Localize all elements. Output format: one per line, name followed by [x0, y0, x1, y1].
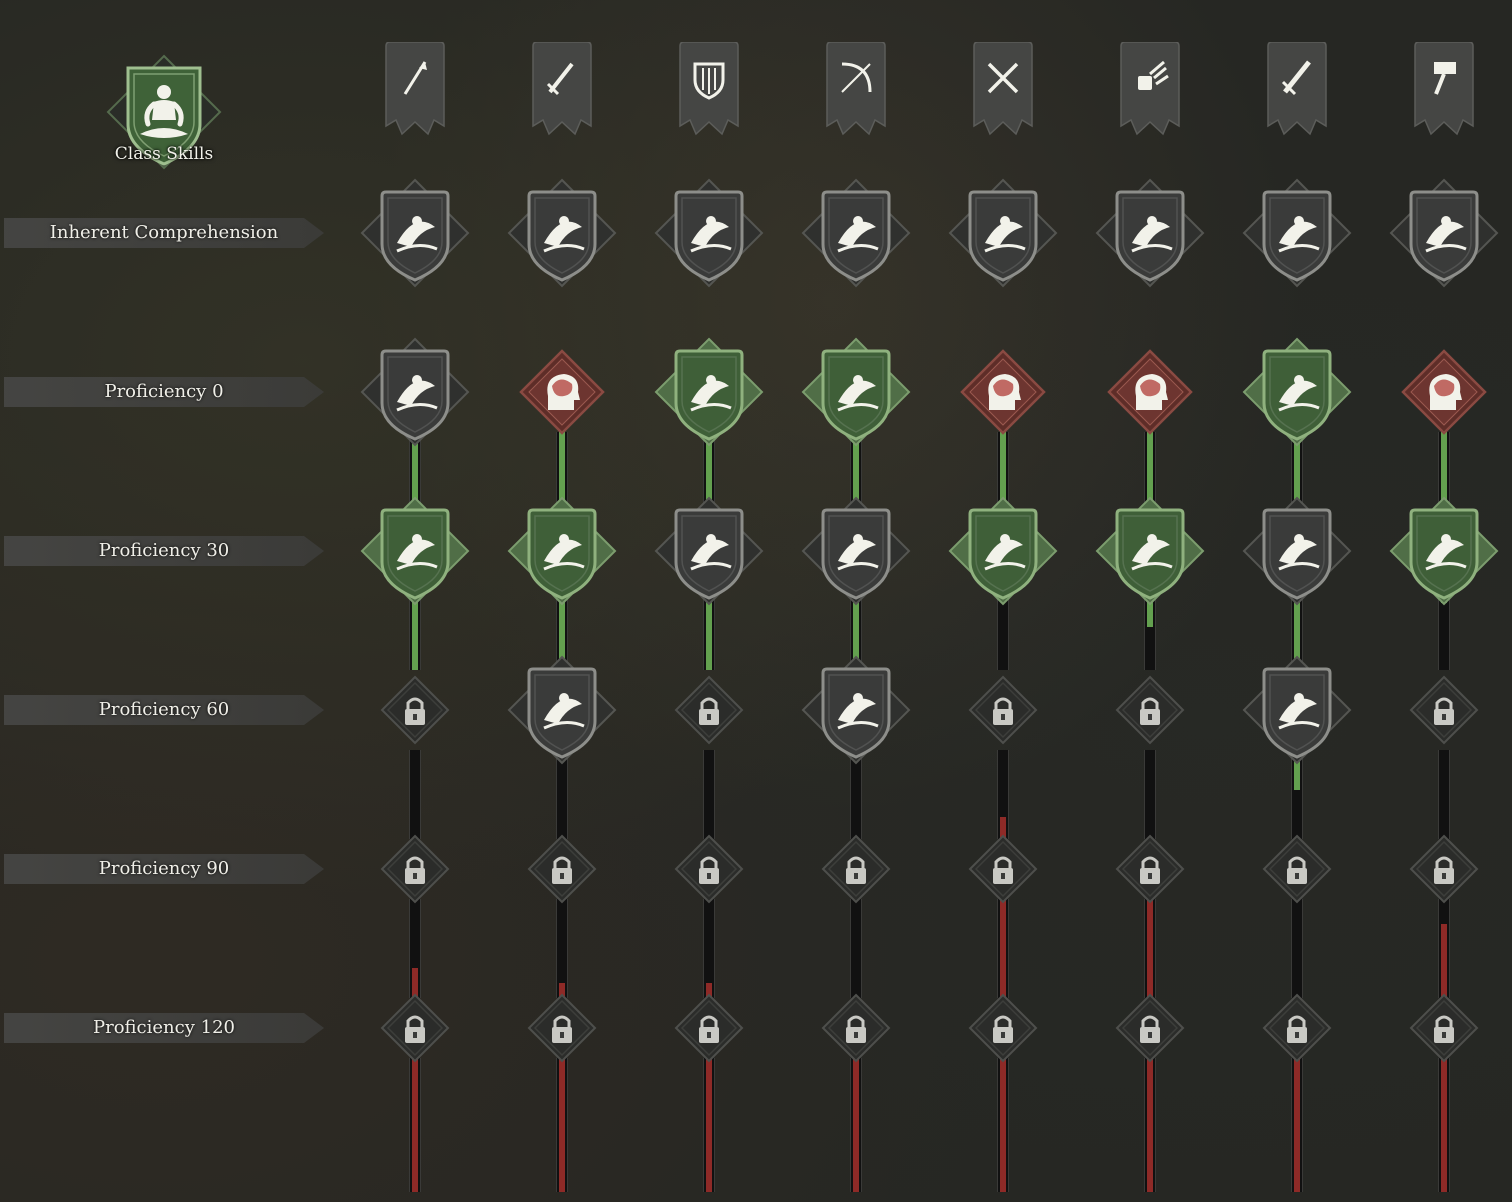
- skill-node-greatsword-row0[interactable]: [1242, 178, 1352, 288]
- skill-node-spear-row3[interactable]: [360, 655, 470, 765]
- weapon-tab-dual-blades[interactable]: [972, 41, 1034, 138]
- skill-node-dual-blades-row5[interactable]: [948, 973, 1058, 1083]
- skill-node-spear-row1[interactable]: [360, 337, 470, 447]
- skill-node-spear-row0[interactable]: [360, 178, 470, 288]
- skill-node-bow-row3[interactable]: [801, 655, 911, 765]
- skill-node-bow-row1[interactable]: [801, 337, 911, 447]
- row-label-inherent: Inherent Comprehension: [4, 218, 324, 248]
- skill-node-dual-blades-row4[interactable]: [948, 814, 1058, 924]
- skill-node-greatsword-row4[interactable]: [1242, 814, 1352, 924]
- class-skills-label: Class Skills: [114, 144, 214, 164]
- skill-node-dual-blades-row1[interactable]: [948, 337, 1058, 447]
- skill-node-dual-blades-row2[interactable]: [948, 496, 1058, 606]
- skill-node-sword-row2[interactable]: [507, 496, 617, 606]
- row-label-proficiency-120: Proficiency 120: [4, 1013, 324, 1043]
- skill-node-dual-blades-row3[interactable]: [948, 655, 1058, 765]
- skill-node-bow-row5[interactable]: [801, 973, 911, 1083]
- skill-node-spear-row5[interactable]: [360, 973, 470, 1083]
- skill-node-hammer-row1[interactable]: [1389, 337, 1499, 447]
- skill-node-bow-row2[interactable]: [801, 496, 911, 606]
- skill-node-sword-row4[interactable]: [507, 814, 617, 924]
- weapon-tab-bow[interactable]: [825, 41, 887, 138]
- skill-node-hammer-row4[interactable]: [1389, 814, 1499, 924]
- weapon-tab-gauntlet[interactable]: [1119, 41, 1181, 138]
- skill-node-spear-row2[interactable]: [360, 496, 470, 606]
- skill-node-hammer-row2[interactable]: [1389, 496, 1499, 606]
- skill-node-greatsword-row3[interactable]: [1242, 655, 1352, 765]
- row-label-proficiency-60: Proficiency 60: [4, 695, 324, 725]
- skill-node-greatsword-row2[interactable]: [1242, 496, 1352, 606]
- skill-node-sword-row3[interactable]: [507, 655, 617, 765]
- skill-node-shield-row5[interactable]: [654, 973, 764, 1083]
- weapon-tab-greatsword[interactable]: [1266, 41, 1328, 138]
- skill-node-spear-row4[interactable]: [360, 814, 470, 924]
- row-label-proficiency-90: Proficiency 90: [4, 854, 324, 884]
- skill-node-greatsword-row1[interactable]: [1242, 337, 1352, 447]
- skill-node-shield-row2[interactable]: [654, 496, 764, 606]
- skill-node-gauntlet-row1[interactable]: [1095, 337, 1205, 447]
- weapon-tab-shield[interactable]: [678, 41, 740, 138]
- row-label-proficiency-30: Proficiency 30: [4, 536, 324, 566]
- weapon-tab-sword[interactable]: [531, 41, 593, 138]
- skill-node-shield-row3[interactable]: [654, 655, 764, 765]
- skill-node-sword-row5[interactable]: [507, 973, 617, 1083]
- skill-node-gauntlet-row0[interactable]: [1095, 178, 1205, 288]
- skill-node-hammer-row5[interactable]: [1389, 973, 1499, 1083]
- skill-node-shield-row1[interactable]: [654, 337, 764, 447]
- skill-node-gauntlet-row4[interactable]: [1095, 814, 1205, 924]
- skill-node-hammer-row3[interactable]: [1389, 655, 1499, 765]
- skill-node-bow-row0[interactable]: [801, 178, 911, 288]
- skill-node-hammer-row0[interactable]: [1389, 178, 1499, 288]
- skill-node-sword-row0[interactable]: [507, 178, 617, 288]
- skill-node-sword-row1[interactable]: [507, 337, 617, 447]
- skill-node-shield-row0[interactable]: [654, 178, 764, 288]
- weapon-tab-hammer[interactable]: [1413, 41, 1475, 138]
- skill-node-gauntlet-row2[interactable]: [1095, 496, 1205, 606]
- skill-node-shield-row4[interactable]: [654, 814, 764, 924]
- skill-node-gauntlet-row3[interactable]: [1095, 655, 1205, 765]
- skill-node-dual-blades-row0[interactable]: [948, 178, 1058, 288]
- skill-node-bow-row4[interactable]: [801, 814, 911, 924]
- skill-node-gauntlet-row5[interactable]: [1095, 973, 1205, 1083]
- weapon-tab-spear[interactable]: [384, 41, 446, 138]
- row-label-proficiency-0: Proficiency 0: [4, 377, 324, 407]
- skill-node-greatsword-row5[interactable]: [1242, 973, 1352, 1083]
